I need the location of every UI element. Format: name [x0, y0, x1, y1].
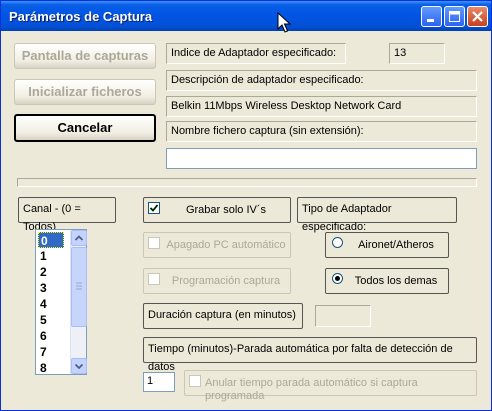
- stop-label: Tiempo (minutos)-Parada automática por f…: [143, 337, 477, 373]
- duration-label: Duración captura (en minutos): [143, 303, 303, 329]
- scroll-up-button[interactable]: [71, 230, 87, 246]
- separator: [17, 178, 477, 187]
- channel-item[interactable]: 1: [38, 248, 70, 264]
- radio-aironet-icon: [332, 237, 343, 248]
- programacion-check-icon: [148, 273, 160, 285]
- apagado-checkbox[interactable]: Apagado PC automático: [143, 232, 291, 258]
- channel-item[interactable]: 8: [38, 360, 70, 376]
- adapter-description-value: Belkin 11Mbps Wireless Desktop Network C…: [166, 96, 477, 117]
- client-area: Pantalla de capturas Inicializar fichero…: [4, 31, 488, 407]
- anular-check-icon: [189, 375, 201, 387]
- grabar-iv-checkbox[interactable]: Grabar solo IV´s: [143, 197, 291, 223]
- channel-scrollbar[interactable]: [70, 230, 87, 374]
- grip-icon: [76, 282, 82, 290]
- channel-list[interactable]: 012345678: [35, 229, 87, 375]
- capture-parameters-window: Parámetros de Captura Pantalla de captur…: [0, 0, 492, 411]
- maximize-icon: [449, 11, 460, 22]
- anular-checkbox[interactable]: Anular tiempo parada automático si captu…: [184, 370, 477, 402]
- programacion-label: Programación captura: [171, 275, 281, 287]
- channel-items: 012345678: [38, 232, 70, 376]
- chevron-up-icon: [74, 235, 84, 241]
- apagado-check-icon: [148, 237, 160, 249]
- channel-item[interactable]: 5: [38, 312, 70, 328]
- filename-label: Nombre fichero captura (sin extensión):: [166, 121, 477, 142]
- channel-item[interactable]: 4: [38, 296, 70, 312]
- adapter-index-value: 13: [389, 43, 445, 64]
- radio-todos[interactable]: Todos los demas: [325, 268, 449, 294]
- cancelar-button[interactable]: Cancelar: [14, 114, 156, 142]
- close-icon: [472, 11, 483, 22]
- duration-value[interactable]: [315, 305, 371, 327]
- adapter-description-label: Descripción de adaptador especificado:: [166, 70, 477, 91]
- channel-item[interactable]: 7: [38, 344, 70, 360]
- cancelar-label: Cancelar: [57, 120, 113, 135]
- pantalla-capturas-button[interactable]: Pantalla de capturas: [14, 43, 156, 69]
- programacion-checkbox[interactable]: Programación captura: [143, 268, 291, 294]
- channel-label: Canal - (0 = Todos): [18, 197, 116, 233]
- inicializar-ficheros-button[interactable]: Inicializar ficheros: [14, 79, 156, 105]
- radio-aironet-label: Aironet/Atheros: [358, 239, 434, 251]
- radio-aironet[interactable]: Aironet/Atheros: [325, 232, 449, 258]
- channel-item[interactable]: 6: [38, 328, 70, 344]
- radio-todos-icon: [332, 273, 343, 284]
- title-bar[interactable]: Parámetros de Captura: [1, 1, 491, 31]
- mouse-cursor-icon: [277, 12, 291, 33]
- grabar-iv-check-icon: [148, 202, 160, 214]
- anular-label: Anular tiempo parada automático si captu…: [205, 377, 418, 402]
- maximize-button[interactable]: [444, 6, 465, 27]
- window-title: Parámetros de Captura: [9, 9, 153, 24]
- apagado-label: Apagado PC automático: [166, 239, 286, 251]
- adapter-type-label: Tipo de Adaptador especificado:: [297, 197, 457, 233]
- close-button[interactable]: [467, 6, 488, 27]
- pantalla-capturas-label: Pantalla de capturas: [21, 48, 149, 63]
- minimize-icon: [427, 19, 434, 22]
- radio-todos-label: Todos los demas: [354, 275, 438, 287]
- scroll-down-button[interactable]: [71, 358, 87, 374]
- filename-input[interactable]: [166, 148, 477, 169]
- stop-minutes-input[interactable]: 1: [143, 372, 175, 392]
- channel-item[interactable]: 0: [38, 232, 64, 248]
- adapter-index-label: Indice de Adaptador especificado:: [166, 43, 346, 64]
- chevron-down-icon: [74, 363, 84, 370]
- grabar-iv-label: Grabar solo IV´s: [185, 204, 267, 216]
- scroll-thumb[interactable]: [71, 247, 87, 327]
- inicializar-ficheros-label: Inicializar ficheros: [28, 84, 142, 99]
- minimize-button[interactable]: [421, 6, 442, 27]
- channel-item[interactable]: 2: [38, 264, 70, 280]
- channel-item[interactable]: 3: [38, 280, 70, 296]
